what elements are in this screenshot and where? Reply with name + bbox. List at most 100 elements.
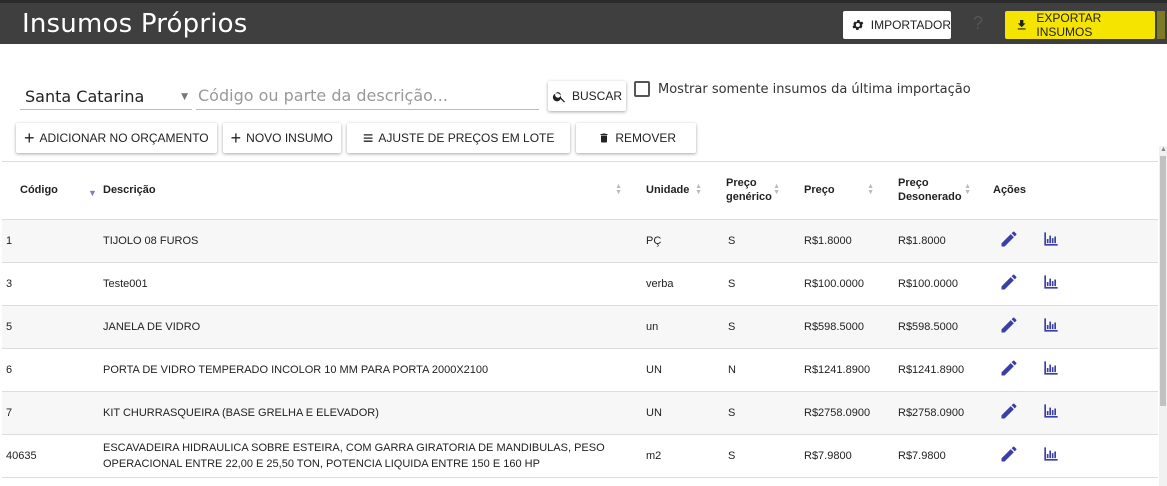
pencil-icon[interactable] [999,358,1019,378]
last-import-checkbox[interactable] [634,81,650,97]
sort-icon: ▲ ▼ [695,183,702,196]
cell-desonerado: R$1241.8900 [882,348,979,392]
importer-button[interactable]: IMPORTADOR [843,11,951,39]
export-button[interactable]: EXPORTAR INSUMOS [1005,11,1165,39]
col-header-unit-label: Unidade [646,184,690,197]
cell-unit: PÇ [630,219,710,263]
col-header-actions: Ações [979,162,1158,220]
col-header-price-label: Preço [804,184,835,197]
col-header-generic-price[interactable]: Preço genérico ▲ ▼ [710,162,788,220]
col-header-code[interactable]: Código ▼ [2,162,97,220]
cell-code: 5 [2,305,86,349]
cell-actions [979,434,1158,478]
table-row[interactable]: 6 PORTA DE VIDRO TEMPERADO INCOLOR 10 MM … [2,348,1158,392]
sort-icon: ▲ ▼ [964,183,971,196]
cell-unit: m2 [630,434,710,478]
remove-button[interactable]: REMOVER [576,123,697,153]
last-import-filter: Mostrar somente insumos da última import… [634,81,971,97]
pencil-icon[interactable] [999,444,1019,464]
pencil-icon[interactable] [999,229,1019,249]
cell-unit: UN [630,391,710,435]
trash-icon [600,133,608,143]
chevron-down-icon: ▼ [181,92,188,102]
gear-icon [852,20,864,30]
importer-label: IMPORTADOR [870,18,951,32]
cell-generic: S [710,219,788,263]
col-header-description-label: Descrição [103,184,156,197]
cell-desonerado: R$2758.0900 [882,391,979,435]
cell-code: 40635 [2,434,86,478]
bar-chart-icon[interactable] [1041,444,1061,464]
search-button-label: BUSCAR [571,89,622,103]
scroll-up-icon[interactable]: ▲ [1160,146,1167,153]
sort-icon: ▲ ▼ [773,183,780,196]
cell-price: R$7.9800 [788,434,882,478]
cell-desonerado: R$7.9800 [882,434,979,478]
col-header-code-label: Código [20,184,58,197]
cell-desonerado: R$1.8000 [882,219,979,263]
cell-code: 7 [2,391,86,435]
bar-chart-icon[interactable] [1041,229,1061,249]
search-button[interactable]: BUSCAR [548,81,626,111]
app-header: Insumos Próprios IMPORTADOR ? EXPORTAR I… [0,0,1167,44]
bar-chart-icon[interactable] [1041,401,1061,421]
cell-description: TIJOLO 08 FUROS [86,219,630,263]
cell-generic: N [710,348,788,392]
col-header-price[interactable]: Preço ▲ ▼ [788,162,882,220]
bar-chart-icon[interactable] [1041,358,1061,378]
new-item-label: NOVO INSUMO [246,131,333,145]
cell-generic: S [710,305,788,349]
new-item-button[interactable]: + NOVO INSUMO [222,123,341,153]
col-header-unit[interactable]: Unidade ▲ ▼ [630,162,710,220]
cell-actions [979,262,1158,306]
price-adjust-button[interactable]: ≡ AJUSTE DE PREÇOS EM LOTE [346,123,571,153]
cell-description: JANELA DE VIDRO [86,305,630,349]
table-row[interactable]: 3 Teste001 verba S R$100.0000 R$100.0000 [2,262,1158,306]
cell-code: 6 [2,348,86,392]
cell-price: R$2758.0900 [788,391,882,435]
col-header-desonerado[interactable]: Preço Desonerado ▲ ▼ [882,162,979,220]
cell-desonerado: R$598.5000 [882,305,979,349]
last-import-label: Mostrar somente insumos da última import… [658,81,971,97]
toolbar: + ADICIONAR NO ORÇAMENTO + NOVO INSUMO ≡… [16,123,697,153]
cell-unit: UN [630,348,710,392]
add-to-budget-button[interactable]: + ADICIONAR NO ORÇAMENTO [16,123,217,153]
table-row[interactable]: 1 TIJOLO 08 FUROS PÇ S R$1.8000 R$1.8000 [2,219,1158,263]
col-header-desonerado-line2: Desonerado [898,191,962,204]
pencil-icon[interactable] [999,401,1019,421]
cell-code: 3 [2,262,86,306]
cell-description: PORTA DE VIDRO TEMPERADO INCOLOR 10 MM P… [86,348,630,392]
download-icon [1017,19,1026,30]
cell-price: R$1241.8900 [788,348,882,392]
table-scrollbar[interactable]: ▲ [1159,146,1167,486]
sort-icon: ▲ ▼ [867,183,874,196]
cell-code: 1 [2,219,86,263]
cell-actions [979,391,1158,435]
sort-icon: ▲ ▼ [615,183,622,196]
col-header-generic-price-line2: genérico [726,191,772,204]
menu-lines-icon: ≡ [362,128,374,148]
cell-generic: S [710,434,788,478]
col-header-actions-label: Ações [993,184,1027,197]
pencil-icon[interactable] [999,272,1019,292]
search-input[interactable] [196,82,539,110]
remove-label: REMOVER [615,131,677,145]
cell-unit: verba [630,262,710,306]
search-icon [552,91,565,102]
help-icon[interactable]: ? [973,13,983,34]
state-select[interactable]: Santa Catarina ▼ [20,82,192,110]
bar-chart-icon[interactable] [1041,272,1061,292]
col-header-generic-price-line1: Preço [726,177,757,190]
cell-generic: S [710,262,788,306]
state-value: Santa Catarina [25,87,145,106]
table-row[interactable]: 5 JANELA DE VIDRO un S R$598.5000 R$598.5000 [2,305,1158,349]
table-row[interactable]: 7 KIT CHURRASQUEIRA (BASE GRELHA E ELEVAD… [2,391,1158,435]
cell-unit: un [630,305,710,349]
cell-description: Teste001 [86,262,630,306]
bar-chart-icon[interactable] [1041,315,1061,335]
table-row[interactable]: 40635 ESCAVADEIRA HIDRAULICA SOBRE ESTEIR… [2,434,1158,478]
pencil-icon[interactable] [999,315,1019,335]
scrollbar-thumb[interactable] [1160,156,1166,406]
cell-actions [979,219,1158,263]
col-header-description[interactable]: Descrição ▲ ▼ [86,162,630,220]
